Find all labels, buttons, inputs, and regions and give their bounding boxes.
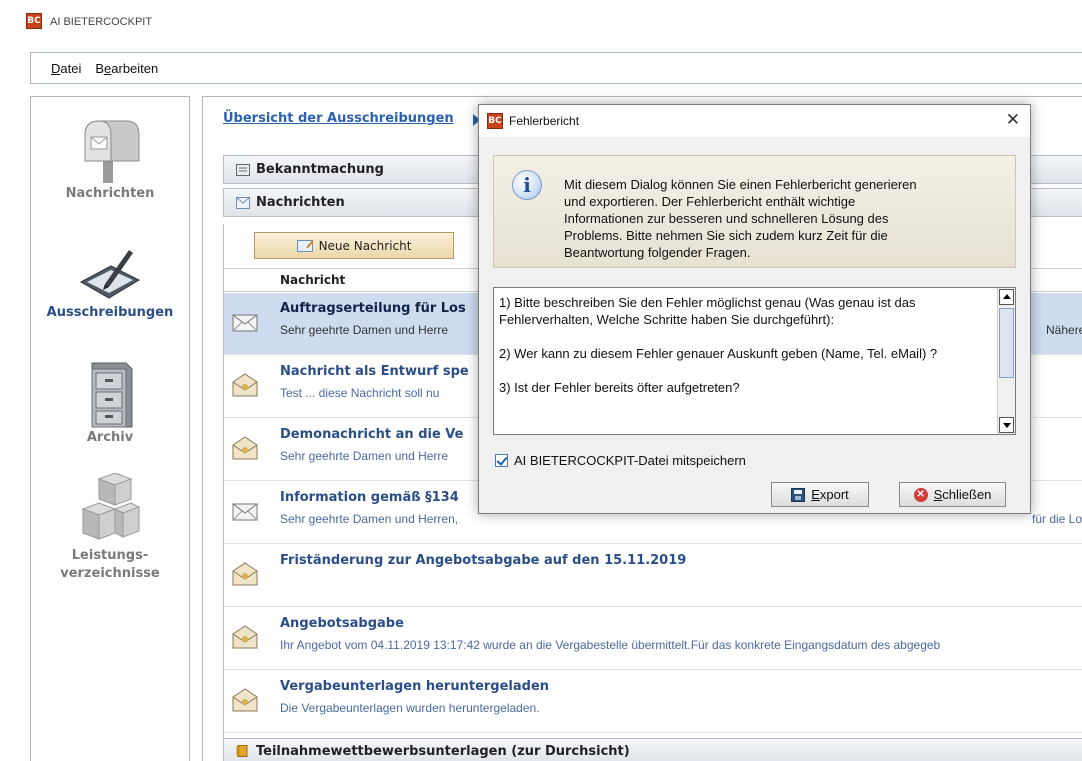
- boxes-icon: [81, 473, 141, 540]
- breadcrumb-uebersicht[interactable]: Übersicht der Ausschreibungen: [223, 111, 454, 126]
- message-title: Vergabeunterlagen heruntergeladen: [280, 679, 550, 694]
- info-box: i Mit diesem Dialog können Sie einen Feh…: [493, 155, 1016, 268]
- envelope-sealed-icon: [232, 436, 258, 460]
- message-title: Auftragserteilung für Los: [280, 301, 466, 316]
- close-icon[interactable]: ✕: [1006, 111, 1020, 129]
- error-description-text[interactable]: 1) Bitte beschreiben Sie den Fehler mögl…: [499, 294, 993, 396]
- message-row[interactable]: Vergabeunterlagen heruntergeladen Die Ve…: [224, 671, 1082, 733]
- message-preview: Ihr Angebot vom 04.11.2019 13:17:42 wurd…: [280, 638, 941, 652]
- message-title: Nachricht als Entwurf spe: [280, 364, 469, 379]
- left-nav: Nachrichten Ausschreibungen Archiv Leist…: [30, 96, 190, 761]
- envelope-sealed-icon: [232, 562, 258, 586]
- message-title: Angebotsabgabe: [280, 616, 404, 631]
- nav-label-archiv: Archiv: [86, 430, 134, 445]
- newspaper-icon: [236, 163, 250, 176]
- folder-icon: [236, 745, 248, 757]
- menu-bar: Datei Bearbeiten: [30, 52, 1082, 84]
- app-logo-icon: BC: [26, 13, 42, 29]
- new-message-icon: [296, 239, 313, 252]
- info-text: Mit diesem Dialog können Sie einen Fehle…: [564, 177, 917, 260]
- envelope-open-icon: [232, 314, 258, 332]
- message-row[interactable]: Friständerung zur Angebotsabgabe auf den…: [224, 545, 1082, 607]
- message-title: Information gemäß §134: [280, 490, 459, 505]
- section-bekanntmachung-label: Bekanntmachung: [256, 162, 384, 177]
- save-file-checkbox-label[interactable]: AI BIETERCOCKPIT-Datei mitspeichern: [514, 453, 746, 468]
- nav-item-ausschreibungen[interactable]: Ausschreibungen: [31, 242, 189, 322]
- message-preview: Sehr geehrte Damen und Herre: [280, 323, 449, 337]
- new-message-label: Neue Nachricht: [318, 238, 412, 253]
- message-title: Friständerung zur Angebotsabgabe auf den…: [280, 553, 687, 568]
- dialog-title: Fehlerbericht: [509, 114, 580, 128]
- error-description-textarea[interactable]: 1) Bitte beschreiben Sie den Fehler mögl…: [493, 287, 1016, 435]
- window-titlebar: BC AI BIETERCOCKPIT: [0, 0, 1082, 44]
- close-button[interactable]: ✕ Schließen: [899, 482, 1006, 507]
- section-nachrichten-label: Nachrichten: [256, 195, 345, 210]
- message-title: Demonachricht an die Ve: [280, 427, 464, 442]
- signing-tablet-icon: [79, 250, 141, 299]
- message-preview: Test ... diese Nachricht soll nu: [280, 386, 440, 400]
- nav-item-leistungsverzeichnisse[interactable]: Leistungs- verzeichnisse: [31, 473, 189, 583]
- close-circle-icon: ✕: [913, 487, 928, 502]
- envelope-icon: [236, 196, 250, 209]
- nav-item-nachrichten[interactable]: Nachrichten: [31, 115, 189, 203]
- save-file-checkbox[interactable]: [495, 454, 508, 467]
- nav-label-nachrichten: Nachrichten: [65, 186, 155, 201]
- envelope-open-icon: [232, 503, 258, 521]
- scroll-thumb[interactable]: [999, 308, 1014, 378]
- dialog-titlebar[interactable]: BC Fehlerbericht ✕: [479, 105, 1030, 137]
- menu-datei[interactable]: Datei: [51, 61, 81, 76]
- window-title: AI BIETERCOCKPIT: [50, 16, 153, 28]
- close-label: Schließen: [933, 487, 992, 502]
- message-preview: Die Vergabeunterlagen wurden heruntergel…: [280, 701, 540, 715]
- nav-item-archiv[interactable]: Archiv: [31, 359, 189, 447]
- section-teilnahme-label: Teilnahmewettbewerbsunterlagen (zur Durc…: [256, 743, 630, 759]
- envelope-sealed-icon: [232, 625, 258, 649]
- message-preview: Sehr geehrte Damen und Herre: [280, 449, 449, 463]
- scroll-down-icon[interactable]: [999, 417, 1014, 433]
- floppy-disk-icon: [791, 487, 806, 502]
- scroll-up-icon[interactable]: [999, 289, 1014, 305]
- save-file-checkbox-row[interactable]: AI BIETERCOCKPIT-Datei mitspeichern: [495, 453, 746, 468]
- info-icon: i: [512, 170, 542, 200]
- nav-label-verzeichnisse: verzeichnisse: [60, 566, 160, 581]
- export-label: Export: [811, 487, 849, 502]
- message-preview: Sehr geehrte Damen und Herren,: [280, 512, 459, 526]
- dialog-logo-icon: BC: [487, 113, 503, 129]
- nav-label-leistungs: Leistungs-: [71, 548, 149, 563]
- message-preview-overflow: für die Lo: [1032, 512, 1082, 526]
- textarea-scrollbar[interactable]: [997, 288, 1015, 434]
- menu-bearbeiten[interactable]: Bearbeiten: [95, 61, 158, 76]
- error-report-dialog: BC Fehlerbericht ✕ i Mit diesem Dialog k…: [478, 104, 1031, 514]
- section-teilnahme[interactable]: Teilnahmewettbewerbsunterlagen (zur Durc…: [223, 738, 1082, 761]
- new-message-button[interactable]: Neue Nachricht: [254, 232, 454, 259]
- envelope-sealed-icon: [232, 688, 258, 712]
- envelope-sealed-icon: [232, 373, 258, 397]
- message-preview-overflow: Näheres: [1046, 323, 1082, 337]
- mailbox-icon: [84, 120, 140, 183]
- nav-label-ausschreibungen: Ausschreibungen: [46, 305, 174, 320]
- file-cabinet-icon: [91, 362, 133, 428]
- export-button[interactable]: Export: [771, 482, 869, 507]
- message-row[interactable]: Angebotsabgabe Ihr Angebot vom 04.11.201…: [224, 608, 1082, 670]
- dialog-body: i Mit diesem Dialog können Sie einen Feh…: [479, 137, 1030, 513]
